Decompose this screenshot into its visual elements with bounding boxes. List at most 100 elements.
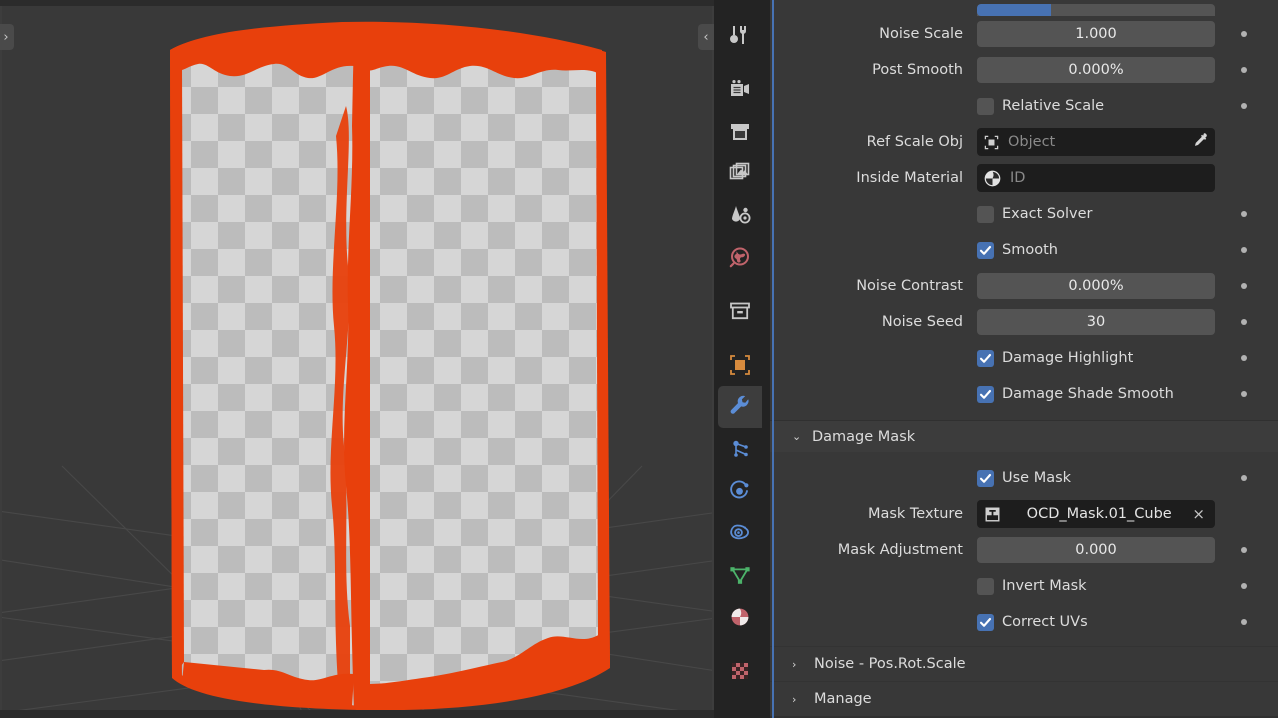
3d-viewport[interactable]: › ‹ xyxy=(0,0,714,718)
control-use-mask[interactable]: Use Mask xyxy=(977,469,1215,487)
control-noise-contrast[interactable]: 0.000% xyxy=(977,273,1215,299)
properties-panel[interactable]: Noise Scale 1.000 Post Smooth 0.000% Rel… xyxy=(770,0,1278,718)
use-mask-checkbox[interactable] xyxy=(977,469,994,487)
row-mask-texture[interactable]: Mask Texture OCD_Mask.01_Cube × xyxy=(770,496,1278,532)
control-correct-uvs[interactable]: Correct UVs xyxy=(977,613,1215,631)
partial-slider-field[interactable] xyxy=(977,4,1215,16)
noise-seed-field[interactable]: 30 xyxy=(977,309,1215,335)
control-post-smooth[interactable]: 0.000% xyxy=(977,57,1215,83)
tab-scene[interactable] xyxy=(718,194,762,236)
decorator-dot[interactable] xyxy=(1241,103,1247,109)
panel-header-noise-pos-rot-scale[interactable]: › Noise - Pos.Rot.Scale xyxy=(770,646,1278,681)
row-control[interactable] xyxy=(977,4,1215,16)
decorator-dot[interactable] xyxy=(1241,31,1247,37)
sidebar-toggle-right-icon[interactable]: ‹ xyxy=(698,24,714,50)
row-use-mask[interactable]: Use Mask xyxy=(770,460,1278,496)
tab-material[interactable] xyxy=(718,596,762,638)
decorator-dot[interactable] xyxy=(1241,355,1247,361)
decorator-dot[interactable] xyxy=(1241,319,1247,325)
mask-adjustment-field[interactable]: 0.000 xyxy=(977,537,1215,563)
row-damage-highlight[interactable]: Damage Highlight xyxy=(770,340,1278,376)
tab-object-data[interactable] xyxy=(718,554,762,596)
tab-constraints[interactable] xyxy=(718,512,762,554)
inside-material-field[interactable]: ID xyxy=(977,164,1215,192)
invert-mask-checkbox[interactable] xyxy=(977,577,994,595)
noise-contrast-field[interactable]: 0.000% xyxy=(977,273,1215,299)
tab-world[interactable] xyxy=(718,236,762,278)
decorator-dot[interactable] xyxy=(1241,283,1247,289)
control-invert-mask[interactable]: Invert Mask xyxy=(977,577,1215,595)
decorator-dot[interactable] xyxy=(1241,475,1247,481)
control-noise-seed[interactable]: 30 xyxy=(977,309,1215,335)
row-partial-slider[interactable] xyxy=(770,0,1278,16)
row-damage-shade-smooth[interactable]: Damage Shade Smooth xyxy=(770,376,1278,412)
row-inside-material[interactable]: Inside Material ID xyxy=(770,160,1278,196)
decorator-cell xyxy=(1215,475,1273,481)
ref-scale-obj-field[interactable]: Object xyxy=(977,128,1215,156)
post-smooth-field[interactable]: 0.000% xyxy=(977,57,1215,83)
panel-header-damage-mask[interactable]: ⌄ Damage Mask xyxy=(770,420,1278,452)
material-sphere-icon xyxy=(984,170,1001,186)
decorator-cell xyxy=(1215,103,1273,109)
tab-object[interactable] xyxy=(718,344,762,386)
damage-highlight-checkbox[interactable] xyxy=(977,349,994,367)
row-ref-scale-obj[interactable]: Ref Scale Obj Object xyxy=(770,124,1278,160)
noise-scale-field[interactable]: 1.000 xyxy=(977,21,1215,47)
eyedropper-icon[interactable] xyxy=(1190,131,1209,154)
control-mask-texture[interactable]: OCD_Mask.01_Cube × xyxy=(977,500,1215,528)
relative-scale-checkbox[interactable] xyxy=(977,97,994,115)
control-inside-material[interactable]: ID xyxy=(977,164,1215,192)
control-exact-solver[interactable]: Exact Solver xyxy=(977,205,1215,223)
row-invert-mask[interactable]: Invert Mask xyxy=(770,568,1278,604)
mask-texture-field[interactable]: OCD_Mask.01_Cube × xyxy=(977,500,1215,528)
tab-tool[interactable] xyxy=(718,14,762,56)
row-post-smooth[interactable]: Post Smooth 0.000% xyxy=(770,52,1278,88)
control-mask-adjustment[interactable]: 0.000 xyxy=(977,537,1215,563)
viewport-canvas[interactable] xyxy=(2,6,712,710)
exact-solver-checkbox[interactable] xyxy=(977,205,994,223)
row-mask-adjustment[interactable]: Mask Adjustment 0.000 xyxy=(770,532,1278,568)
decorator-dot[interactable] xyxy=(1241,619,1247,625)
row-relative-scale[interactable]: Relative Scale xyxy=(770,88,1278,124)
decorator-dot[interactable] xyxy=(1241,67,1247,73)
control-damage-shade-smooth[interactable]: Damage Shade Smooth xyxy=(977,385,1215,403)
control-smooth[interactable]: Smooth xyxy=(977,241,1215,259)
decorator-dot[interactable] xyxy=(1241,247,1247,253)
decorator-dot[interactable] xyxy=(1241,583,1247,589)
row-noise-seed[interactable]: Noise Seed 30 xyxy=(770,304,1278,340)
control-relative-scale[interactable]: Relative Scale xyxy=(977,97,1215,115)
label-noise-contrast: Noise Contrast xyxy=(856,278,963,294)
tab-collection[interactable] xyxy=(718,290,762,332)
decorator-dot[interactable] xyxy=(1241,391,1247,397)
panel-header-manage[interactable]: › Manage xyxy=(770,681,1278,716)
row-exact-solver[interactable]: Exact Solver xyxy=(770,196,1278,232)
chevron-right-icon: › xyxy=(792,692,797,706)
row-noise-contrast[interactable]: Noise Contrast 0.000% xyxy=(770,268,1278,304)
damage-shade-smooth-checkbox[interactable] xyxy=(977,385,994,403)
sidebar-toggle-left-icon[interactable]: › xyxy=(0,24,14,50)
tab-physics[interactable] xyxy=(718,470,762,512)
control-noise-scale[interactable]: 1.000 xyxy=(977,21,1215,47)
tab-view-layer[interactable] xyxy=(718,152,762,194)
decorator-dot[interactable] xyxy=(1241,211,1247,217)
world-globe-icon xyxy=(729,247,749,268)
row-noise-scale[interactable]: Noise Scale 1.000 xyxy=(770,16,1278,52)
clear-mask-texture-icon[interactable]: × xyxy=(1188,505,1209,523)
tab-texture[interactable] xyxy=(718,650,762,692)
row-smooth[interactable]: Smooth xyxy=(770,232,1278,268)
properties-tab-column[interactable] xyxy=(714,0,770,718)
tab-particles[interactable] xyxy=(718,428,762,470)
tab-render[interactable] xyxy=(718,68,762,110)
control-damage-highlight[interactable]: Damage Highlight xyxy=(977,349,1215,367)
check-icon xyxy=(979,245,992,255)
tab-separator xyxy=(714,278,770,290)
tab-modifiers[interactable] xyxy=(718,386,762,428)
control-ref-scale-obj[interactable]: Object xyxy=(977,128,1215,156)
smooth-checkbox[interactable] xyxy=(977,241,994,259)
tab-output[interactable] xyxy=(718,110,762,152)
decorator-dot[interactable] xyxy=(1241,547,1247,553)
material-sphere-icon xyxy=(731,608,749,626)
row-correct-uvs[interactable]: Correct UVs xyxy=(770,604,1278,640)
correct-uvs-checkbox[interactable] xyxy=(977,613,994,631)
